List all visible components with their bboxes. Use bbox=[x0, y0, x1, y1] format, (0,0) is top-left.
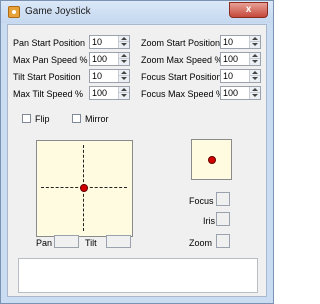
spin-down-icon[interactable] bbox=[119, 93, 129, 99]
focus-max-value[interactable]: 100 bbox=[223, 88, 238, 98]
close-button[interactable]: x bbox=[229, 2, 268, 18]
client-area: Pan Start Position 10 Max Pan Speed % 10… bbox=[7, 24, 267, 297]
tilt-readout-label: Tilt bbox=[85, 238, 97, 248]
focus-start-spinner[interactable]: 10 bbox=[220, 69, 261, 83]
pan-start-value[interactable]: 10 bbox=[92, 37, 102, 47]
tilt-start-spinner[interactable]: 10 bbox=[89, 69, 130, 83]
mirror-checkbox[interactable] bbox=[72, 114, 81, 123]
max-pan-value[interactable]: 100 bbox=[92, 54, 107, 64]
spin-down-icon[interactable] bbox=[119, 59, 129, 65]
zoom-start-value[interactable]: 10 bbox=[223, 37, 233, 47]
max-tilt-label: Max Tilt Speed % bbox=[13, 89, 84, 99]
pan-readout bbox=[54, 235, 79, 248]
tilt-start-value[interactable]: 10 bbox=[92, 71, 102, 81]
zoom-indicator[interactable] bbox=[208, 156, 216, 164]
spinner-arrows[interactable] bbox=[249, 70, 260, 82]
spinner-arrows[interactable] bbox=[249, 87, 260, 99]
iris-readout-label: Iris bbox=[203, 216, 215, 226]
max-pan-label: Max Pan Speed % bbox=[13, 55, 88, 65]
tilt-start-label: Tilt Start Position bbox=[13, 72, 81, 82]
pan-tilt-pad[interactable] bbox=[36, 140, 133, 237]
status-textbox[interactable] bbox=[18, 258, 258, 293]
mirror-label[interactable]: Mirror bbox=[85, 114, 109, 124]
joystick-app-icon bbox=[8, 6, 20, 18]
title-bar[interactable]: Game Joystick x bbox=[1, 1, 273, 23]
flip-checkbox[interactable] bbox=[22, 114, 31, 123]
spinner-arrows[interactable] bbox=[249, 36, 260, 48]
spin-down-icon[interactable] bbox=[250, 93, 260, 99]
focus-start-label: Focus Start Position bbox=[141, 72, 222, 82]
zoom-start-label: Zoom Start Position bbox=[141, 38, 221, 48]
max-tilt-value[interactable]: 100 bbox=[92, 88, 107, 98]
window-title: Game Joystick bbox=[25, 6, 91, 17]
spin-down-icon[interactable] bbox=[250, 59, 260, 65]
pan-start-label: Pan Start Position bbox=[13, 38, 86, 48]
focus-max-spinner[interactable]: 100 bbox=[220, 86, 261, 100]
spinner-arrows[interactable] bbox=[118, 36, 129, 48]
zoom-max-value[interactable]: 100 bbox=[223, 54, 238, 64]
pan-readout-label: Pan bbox=[36, 238, 53, 248]
spinner-arrows[interactable] bbox=[118, 70, 129, 82]
tilt-readout bbox=[106, 235, 131, 248]
zoom-max-label: Zoom Max Speed % bbox=[141, 55, 223, 65]
flip-label[interactable]: Flip bbox=[35, 114, 50, 124]
pan-start-spinner[interactable]: 10 bbox=[89, 35, 130, 49]
spinner-arrows[interactable] bbox=[118, 53, 129, 65]
app-window: Game Joystick x Pan Start Position 10 Ma… bbox=[0, 0, 274, 304]
zoom-readout-label: Zoom bbox=[189, 238, 213, 248]
max-tilt-spinner[interactable]: 100 bbox=[89, 86, 130, 100]
spin-down-icon[interactable] bbox=[119, 42, 129, 48]
focus-readout bbox=[216, 192, 230, 206]
zoom-pad[interactable] bbox=[191, 139, 232, 180]
focus-start-value[interactable]: 10 bbox=[223, 71, 233, 81]
max-pan-spinner[interactable]: 100 bbox=[89, 52, 130, 66]
focus-readout-label: Focus bbox=[189, 196, 214, 206]
zoom-readout bbox=[216, 234, 230, 248]
spin-down-icon[interactable] bbox=[250, 76, 260, 82]
spin-down-icon[interactable] bbox=[119, 76, 129, 82]
zoom-start-spinner[interactable]: 10 bbox=[220, 35, 261, 49]
spinner-arrows[interactable] bbox=[118, 87, 129, 99]
iris-readout bbox=[216, 212, 230, 226]
focus-max-label: Focus Max Speed % bbox=[141, 89, 225, 99]
pan-tilt-indicator[interactable] bbox=[80, 184, 88, 192]
spin-down-icon[interactable] bbox=[250, 42, 260, 48]
spinner-arrows[interactable] bbox=[249, 53, 260, 65]
zoom-max-spinner[interactable]: 100 bbox=[220, 52, 261, 66]
